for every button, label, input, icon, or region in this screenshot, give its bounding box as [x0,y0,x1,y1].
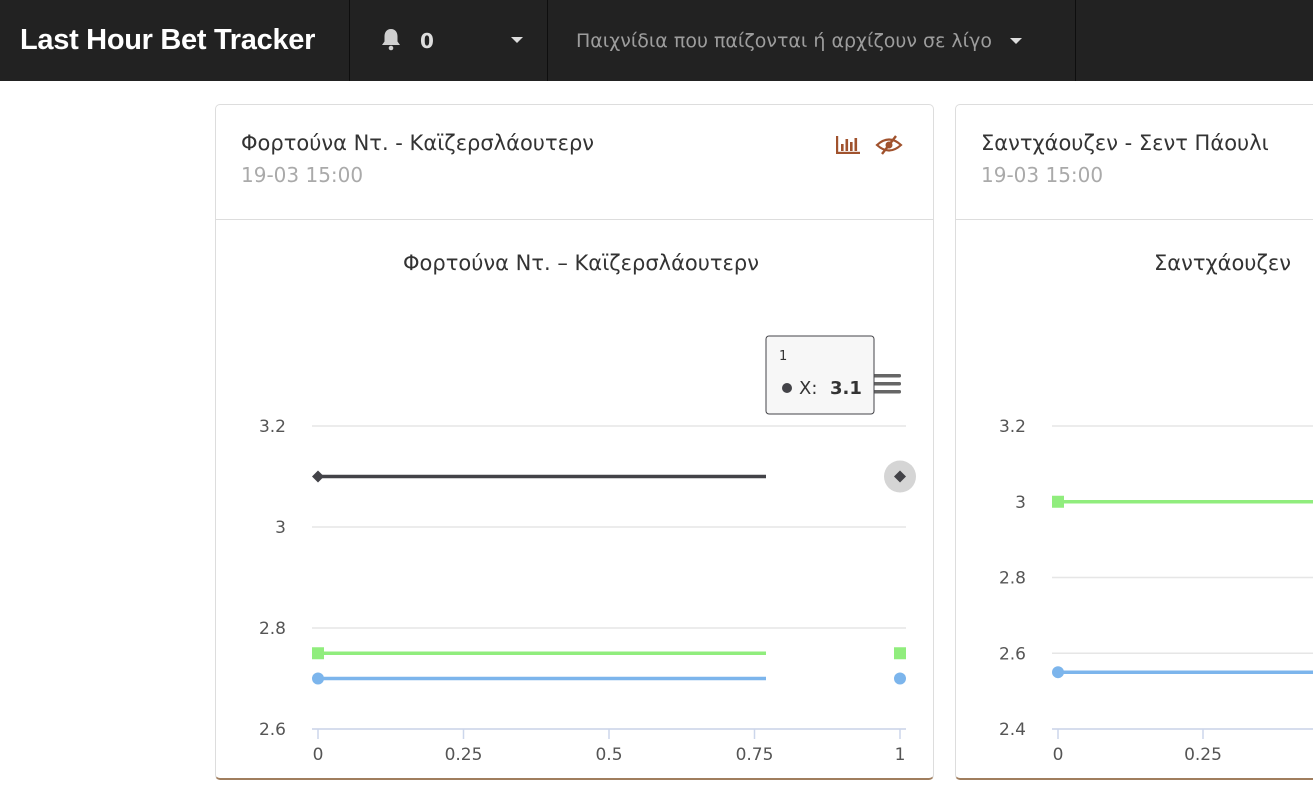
y-tick-label: 3 [1015,493,1026,513]
x-tick-label: 0.75 [736,745,774,765]
y-tick-label: 3.2 [259,417,286,437]
y-tick-label: 3 [275,518,286,538]
y-tick-label: 2.6 [999,644,1026,664]
chevron-down-icon [1009,37,1022,44]
bell-icon [380,27,402,55]
x-tick-label: 0.5 [595,745,622,765]
data-point [312,647,324,660]
chevron-down-icon [511,37,523,43]
chart-title: Φορτούνα Ντ. – Καϊζερσλάουτερν [403,251,759,275]
games-dropdown[interactable]: Παιχνίδια που παίζονται ή αρχίζουν σε λί… [548,0,1076,81]
data-point [1052,495,1064,508]
data-point [894,672,906,685]
match-title: Σαντχάουζεν - Σεντ Πάουλι [981,131,1269,155]
x-tick-label: 0 [313,745,324,765]
notification-count: 0 [420,28,434,53]
chart-menu-icon[interactable] [872,371,902,399]
card-header: Φορτούνα Ντ. - Καϊζερσλάουτερν 19-03 15:… [216,105,933,220]
eye-slash-icon[interactable] [875,135,903,159]
y-tick-label: 2.6 [259,720,286,740]
y-tick-label: 2.4 [999,720,1026,740]
data-point [312,672,324,685]
card-header: Σαντχάουζεν - Σεντ Πάουλι 19-03 15:00 [956,105,1313,220]
tooltip-series: X: [799,378,817,399]
y-tick-label: 2.8 [259,619,286,639]
match-card: Σαντχάουζεν - Σεντ Πάουλι 19-03 15:00 Σα… [955,104,1313,780]
chart-title: Σαντχάουζεν [1154,251,1291,275]
match-card: Φορτούνα Ντ. - Καϊζερσλάουτερν 19-03 15:… [215,104,934,780]
match-date: 19-03 15:00 [981,163,1104,187]
x-tick-label: 1 [895,745,906,765]
match-title: Φορτούνα Ντ. - Καϊζερσλάουτερν [241,131,595,155]
odds-chart: Σαντχάουζεν 2.42.62.833.2 00.25 1X2 [999,251,1313,765]
x-tick-label: 0 [1053,745,1064,765]
bar-chart-icon[interactable] [835,135,861,159]
data-point [312,470,324,483]
y-tick-label: 2.8 [999,569,1026,589]
data-point [894,647,906,660]
x-tick-label: 0.25 [1184,745,1222,765]
y-tick-label: 3.2 [999,417,1026,437]
tooltip-header: 1 [779,349,787,364]
notifications-dropdown[interactable]: 0 [350,0,548,81]
data-point [1052,666,1064,679]
odds-chart: Φορτούνα Ντ. – Καϊζερσλάουτερν 2.6 2.8 3 3.… [259,251,916,765]
match-date: 19-03 15:00 [241,163,364,187]
tooltip-bullet [782,383,792,393]
tooltip-value: 3.1 [830,378,862,399]
brand-title[interactable]: Last Hour Bet Tracker [0,0,350,81]
top-navbar: Last Hour Bet Tracker 0 Παιχνίδια που πα… [0,0,1313,81]
x-tick-label: 0.25 [445,745,483,765]
chart-tooltip: 1 X: 3.1 [765,335,875,415]
games-dropdown-label: Παιχνίδια που παίζονται ή αρχίζουν σε λί… [576,29,992,52]
